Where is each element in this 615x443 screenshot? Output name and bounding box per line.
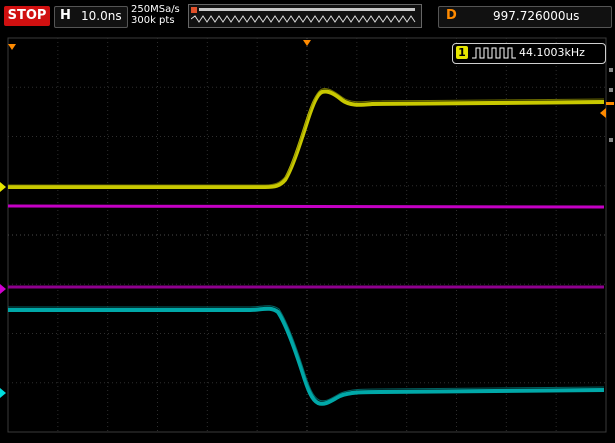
acquisition-info: 250MSa/s 300k pts [131,4,180,26]
timebase-control[interactable]: H 10.0ns [54,6,128,28]
channel-badge: 1 [456,46,468,59]
waveform-display[interactable] [0,34,615,436]
frequency-value: 44.1003kHz [519,46,585,59]
trigger-level-tick [606,102,614,105]
memory-position-bar[interactable] [188,4,422,28]
right-scroll-marker [609,68,613,72]
right-scroll-marker [609,88,613,92]
memory-depth: 300k pts [131,15,175,26]
right-scroll-marker [609,138,613,142]
delay-control[interactable]: D 997.726000us [438,6,612,28]
delay-label: D [446,8,457,23]
memory-track [199,8,415,11]
square-wave-icon [472,47,516,59]
timebase-label: H [60,8,71,23]
delay-value: 997.726000us [493,9,580,23]
memory-waveform-icon [191,15,416,23]
timebase-value: 10.0ns [81,9,122,23]
top-status-bar: STOP H 10.0ns 250MSa/s 300k pts D 997.72… [0,0,615,34]
ch2-trace [7,204,605,209]
frequency-measurement[interactable]: 1 44.1003kHz [452,43,606,64]
memory-marker-icon [191,7,197,13]
bottom-bar [0,436,615,443]
sample-rate: 250MSa/s [131,4,180,15]
run-stop-button[interactable]: STOP [4,6,50,26]
